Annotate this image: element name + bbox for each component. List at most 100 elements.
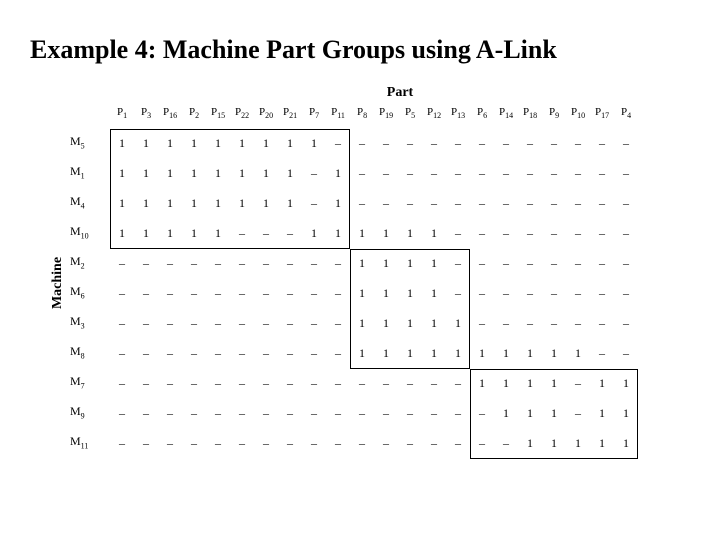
matrix-cell: –	[278, 368, 302, 398]
matrix-cell: –	[278, 218, 302, 248]
matrix-cell: 1	[470, 368, 494, 398]
matrix-cell: 1	[590, 428, 614, 458]
matrix-cell: –	[614, 338, 638, 368]
matrix-cell: 1	[446, 338, 470, 368]
matrix-cell: –	[350, 188, 374, 218]
matrix-cell: –	[206, 248, 230, 278]
matrix-cell: –	[590, 308, 614, 338]
col-header: P13	[446, 107, 470, 128]
matrix-cell: –	[446, 248, 470, 278]
matrix-cell: 1	[494, 338, 518, 368]
matrix-cell: –	[518, 218, 542, 248]
matrix-cell: –	[446, 158, 470, 188]
matrix-cell: –	[110, 278, 134, 308]
matrix-cell: 1	[374, 338, 398, 368]
matrix-cell: –	[230, 278, 254, 308]
matrix-cell: –	[182, 368, 206, 398]
matrix-cell: –	[110, 338, 134, 368]
matrix-cell: 1	[398, 218, 422, 248]
col-header: P4	[614, 107, 638, 128]
matrix-cell: –	[446, 188, 470, 218]
matrix-cell: 1	[422, 248, 446, 278]
matrix-cell: –	[182, 398, 206, 428]
matrix-cell: –	[254, 338, 278, 368]
matrix-cell: 1	[110, 218, 134, 248]
matrix-cell: 1	[134, 218, 158, 248]
matrix-cell: –	[614, 158, 638, 188]
matrix-cell: 1	[470, 338, 494, 368]
matrix-cell: –	[470, 128, 494, 158]
matrix-cell: 1	[614, 368, 638, 398]
matrix-cell: 1	[158, 158, 182, 188]
matrix-cell: –	[446, 368, 470, 398]
matrix-cell: –	[494, 278, 518, 308]
matrix-cell: 1	[302, 128, 326, 158]
col-header: P8	[350, 107, 374, 128]
col-header: P14	[494, 107, 518, 128]
matrix-cell: 1	[158, 188, 182, 218]
matrix-cell: –	[110, 398, 134, 428]
matrix-cell: 1	[134, 188, 158, 218]
axis-label-top: Part	[110, 85, 690, 101]
matrix-cell: –	[470, 398, 494, 428]
matrix-cell: 1	[230, 158, 254, 188]
row-header: M10	[70, 218, 110, 248]
row-header: M5	[70, 128, 110, 158]
matrix-cell: –	[566, 248, 590, 278]
matrix-cell: 1	[206, 218, 230, 248]
matrix-cell: 1	[350, 338, 374, 368]
matrix-cell: 1	[110, 128, 134, 158]
matrix-cell: –	[614, 218, 638, 248]
matrix-cell: 1	[302, 218, 326, 248]
matrix-cell: –	[518, 158, 542, 188]
matrix-cell: –	[158, 398, 182, 428]
matrix-cell: –	[182, 248, 206, 278]
matrix-cell: –	[326, 368, 350, 398]
matrix-cell: –	[110, 368, 134, 398]
matrix-cell: 1	[206, 188, 230, 218]
matrix-cell: –	[278, 338, 302, 368]
matrix-cell: –	[446, 128, 470, 158]
matrix-cell: –	[230, 338, 254, 368]
matrix-cell: 1	[278, 158, 302, 188]
matrix-cell: –	[542, 278, 566, 308]
matrix-cell: 1	[398, 338, 422, 368]
matrix-cell: –	[494, 128, 518, 158]
matrix-cell: –	[566, 188, 590, 218]
matrix-cell: –	[542, 188, 566, 218]
matrix-cell: –	[302, 398, 326, 428]
matrix-cell: 1	[326, 158, 350, 188]
matrix-cell: –	[566, 128, 590, 158]
matrix-cell: 1	[278, 188, 302, 218]
matrix-cell: –	[350, 158, 374, 188]
matrix-cell: –	[158, 368, 182, 398]
matrix-cell: 1	[374, 278, 398, 308]
matrix-cell: –	[398, 188, 422, 218]
matrix-cell: 1	[230, 128, 254, 158]
matrix-cell: 1	[254, 158, 278, 188]
matrix-cell: –	[134, 368, 158, 398]
matrix-cell: –	[206, 368, 230, 398]
matrix-cell: 1	[398, 278, 422, 308]
matrix-cell: –	[254, 368, 278, 398]
matrix-cell: 1	[254, 128, 278, 158]
col-header: P19	[374, 107, 398, 128]
matrix-cell: –	[494, 218, 518, 248]
matrix-cell: 1	[542, 398, 566, 428]
matrix-cell: –	[374, 128, 398, 158]
matrix-cell: –	[614, 308, 638, 338]
matrix-cell: –	[470, 308, 494, 338]
matrix-cell: –	[422, 128, 446, 158]
matrix-cell: –	[518, 308, 542, 338]
matrix-cell: –	[350, 398, 374, 428]
matrix-cell: –	[566, 218, 590, 248]
matrix-cell: –	[254, 398, 278, 428]
matrix-cell: –	[518, 278, 542, 308]
matrix-cell: –	[278, 248, 302, 278]
matrix-cell: –	[110, 308, 134, 338]
matrix-cell: –	[278, 428, 302, 458]
matrix-cell: 1	[566, 338, 590, 368]
row-header: M7	[70, 368, 110, 398]
matrix-cell: –	[182, 338, 206, 368]
matrix-cell: –	[590, 188, 614, 218]
